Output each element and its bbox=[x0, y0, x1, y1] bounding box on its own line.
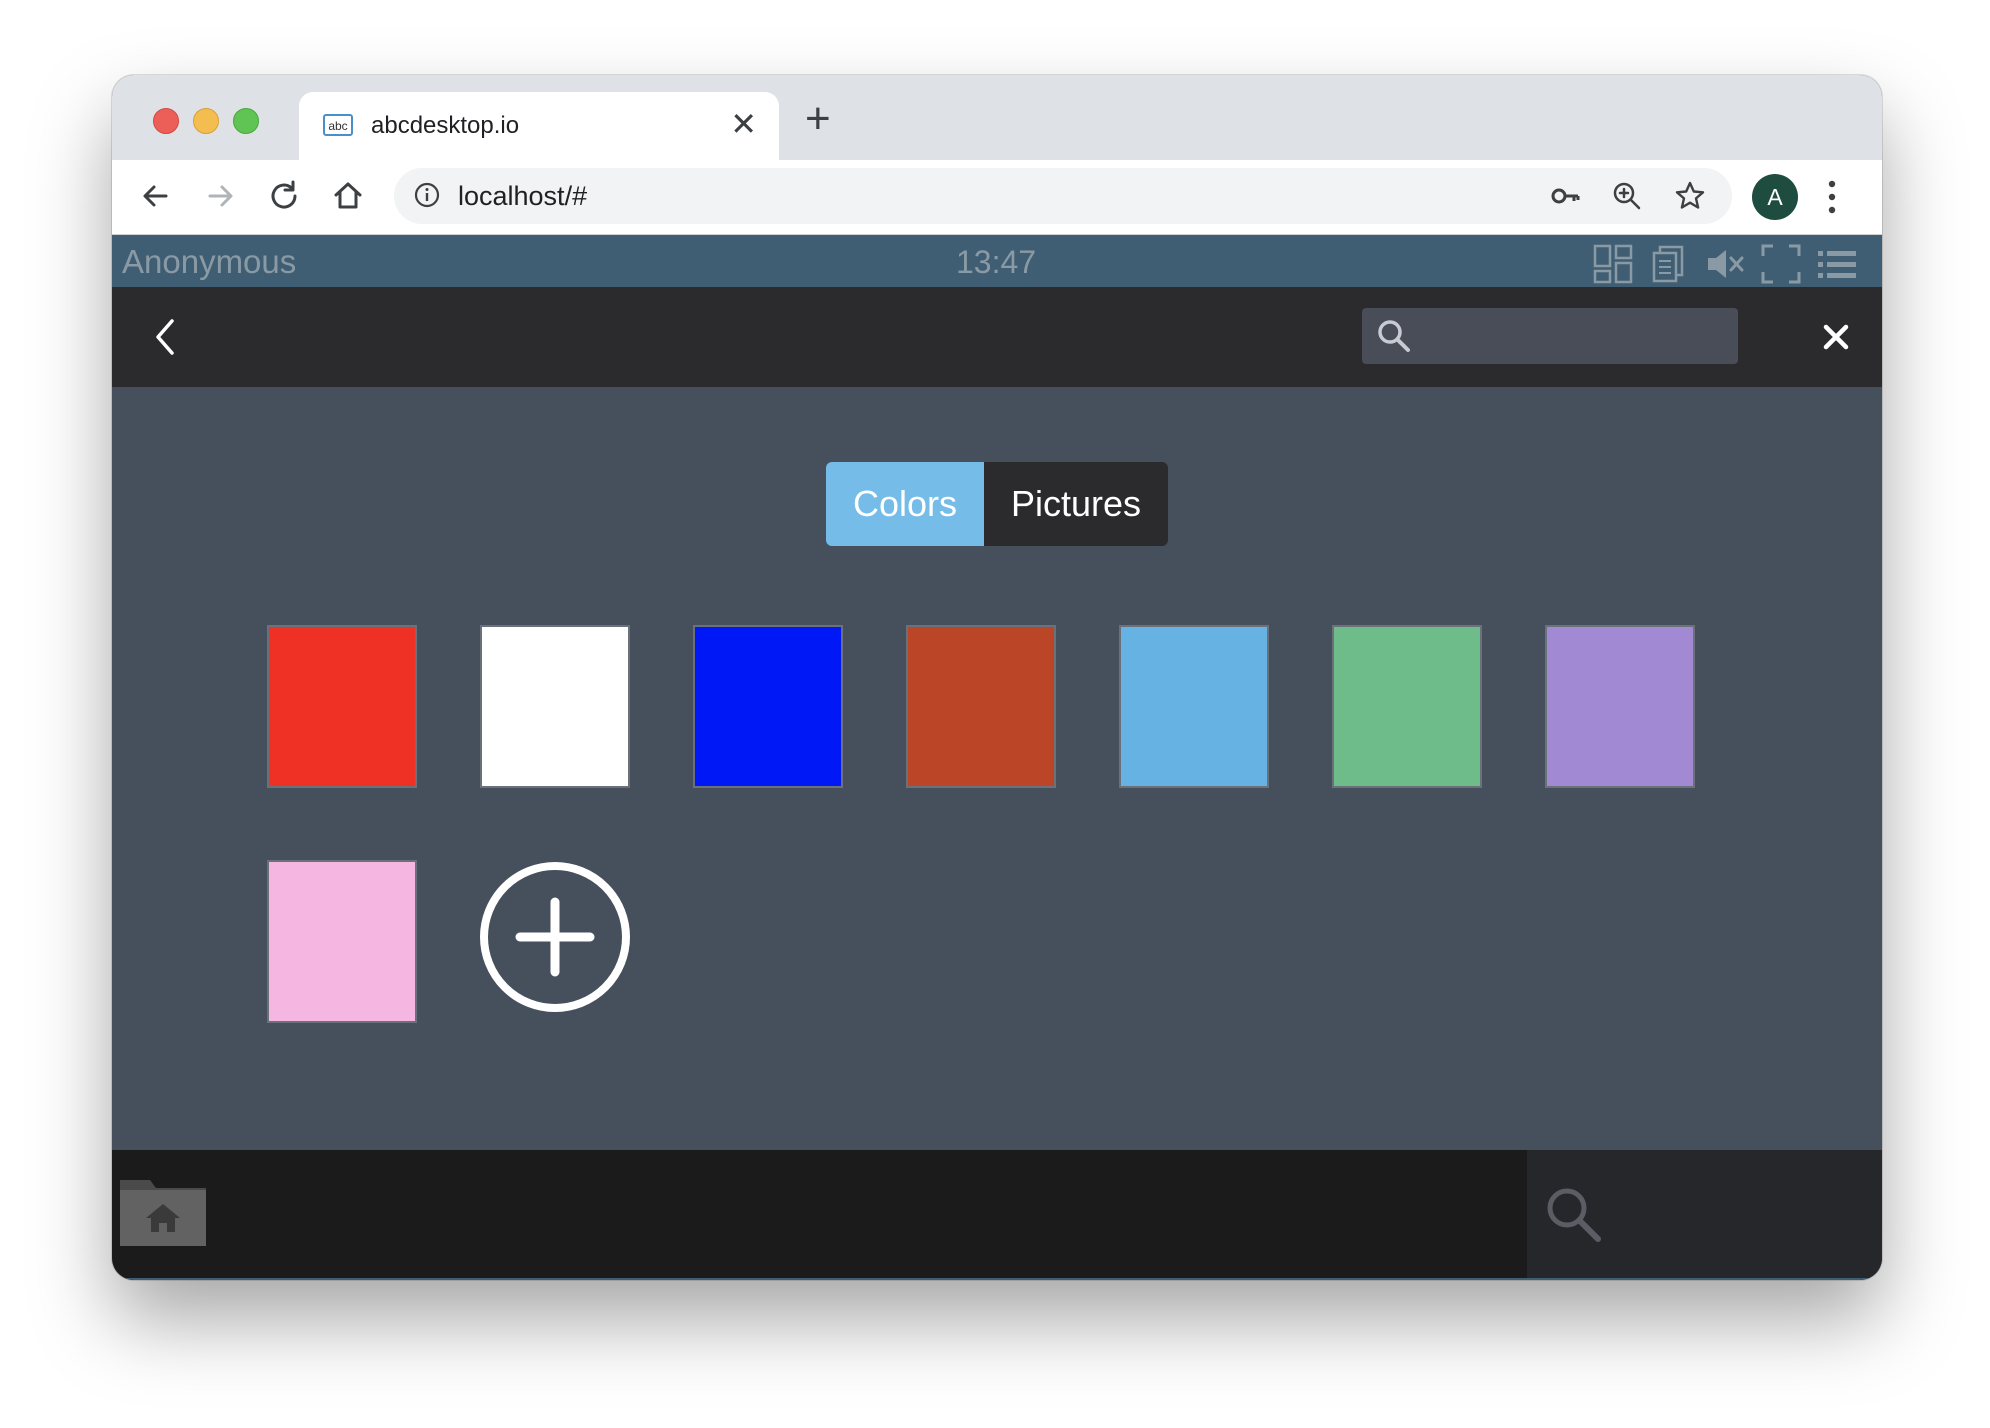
panel-search-input[interactable] bbox=[1422, 316, 1726, 358]
more-vert-icon[interactable] bbox=[1827, 178, 1837, 216]
tab-strip: abc abcdesktop.io ✕ + bbox=[112, 75, 1882, 160]
url-text[interactable]: localhost/# bbox=[458, 181, 587, 212]
forward-arrow-icon[interactable] bbox=[198, 174, 242, 218]
search-icon bbox=[1547, 1188, 1601, 1242]
fullscreen-icon[interactable] bbox=[1760, 243, 1802, 285]
reload-icon[interactable] bbox=[262, 174, 306, 218]
browser-window: abc abcdesktop.io ✕ + localhost/# A Anon… bbox=[112, 75, 1882, 1280]
new-tab-button[interactable]: + bbox=[805, 97, 831, 141]
clock: 13:47 bbox=[956, 244, 1037, 280]
color-swatch[interactable] bbox=[1332, 625, 1482, 788]
color-swatch[interactable] bbox=[693, 625, 843, 788]
profile-avatar[interactable]: A bbox=[1752, 174, 1798, 220]
app-grid-icon[interactable] bbox=[1592, 243, 1634, 285]
info-icon[interactable] bbox=[414, 182, 440, 208]
close-icon[interactable] bbox=[1822, 323, 1850, 351]
browser-toolbar: localhost/# A bbox=[112, 160, 1882, 235]
color-swatch[interactable] bbox=[1119, 625, 1269, 788]
tab-close-button[interactable]: ✕ bbox=[730, 108, 757, 140]
tab-colors[interactable]: Colors bbox=[826, 462, 984, 546]
list-menu-icon[interactable] bbox=[1816, 243, 1858, 285]
browser-tab[interactable]: abc abcdesktop.io ✕ bbox=[299, 92, 779, 160]
add-color-icon[interactable] bbox=[478, 860, 632, 1014]
star-icon[interactable] bbox=[1674, 180, 1706, 212]
dock-search-box[interactable] bbox=[1527, 1150, 1882, 1278]
color-swatch[interactable] bbox=[480, 625, 630, 788]
color-swatch[interactable] bbox=[267, 860, 417, 1023]
settings-panel-header bbox=[112, 287, 1882, 387]
tab-pictures[interactable]: Pictures bbox=[984, 462, 1168, 546]
zoom-window-button[interactable] bbox=[233, 108, 259, 134]
tab-title: abcdesktop.io bbox=[371, 112, 520, 139]
user-name[interactable]: Anonymous bbox=[122, 243, 296, 281]
home-icon[interactable] bbox=[326, 174, 370, 218]
search-icon bbox=[1378, 320, 1410, 352]
color-swatch[interactable] bbox=[267, 625, 417, 788]
back-chevron-icon[interactable] bbox=[152, 317, 182, 357]
background-type-selector: Colors Pictures bbox=[826, 462, 1168, 546]
close-window-button[interactable] bbox=[153, 108, 179, 134]
speaker-muted-icon[interactable] bbox=[1704, 243, 1746, 285]
desktop-dock bbox=[112, 1150, 1882, 1280]
key-icon[interactable] bbox=[1549, 180, 1581, 212]
address-bar[interactable]: localhost/# bbox=[394, 168, 1732, 224]
back-arrow-icon[interactable] bbox=[134, 174, 178, 218]
minimize-window-button[interactable] bbox=[193, 108, 219, 134]
desktop-topbar: Anonymous 13:47 bbox=[112, 235, 1882, 287]
favicon-icon: abc bbox=[323, 114, 353, 136]
zoom-icon[interactable] bbox=[1611, 180, 1643, 212]
home-folder-icon[interactable] bbox=[116, 1172, 210, 1248]
clipboard-icon[interactable] bbox=[1648, 243, 1690, 285]
color-swatch[interactable] bbox=[1545, 625, 1695, 788]
panel-search-box[interactable] bbox=[1362, 308, 1738, 364]
color-swatch[interactable] bbox=[906, 625, 1056, 788]
